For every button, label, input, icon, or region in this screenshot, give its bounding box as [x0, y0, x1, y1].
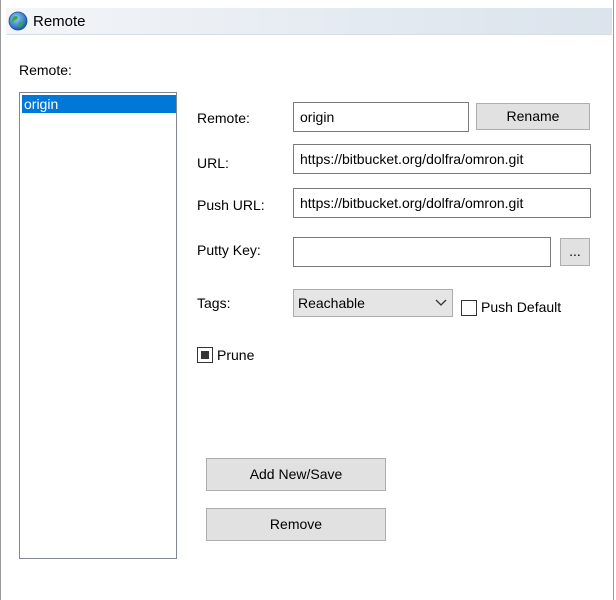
- add-save-button[interactable]: Add New/Save: [206, 458, 386, 491]
- tags-dropdown[interactable]: Reachable: [293, 289, 453, 317]
- push-url-label: Push URL:: [197, 197, 265, 213]
- push-url-input[interactable]: https://bitbucket.org/dolfra/omron.git: [293, 188, 591, 218]
- chevron-down-icon: [435, 299, 447, 306]
- globe-icon: [8, 11, 28, 31]
- push-default-checkbox[interactable]: [461, 300, 477, 316]
- push-default-label: Push Default: [481, 299, 562, 315]
- url-input[interactable]: https://bitbucket.org/dolfra/omron.git: [293, 144, 591, 174]
- rename-button[interactable]: Rename: [476, 103, 590, 130]
- remote-name-input[interactable]: origin: [293, 102, 469, 132]
- putty-key-label: Putty Key:: [197, 242, 261, 258]
- tags-selected-value: Reachable: [298, 295, 365, 311]
- prune-checkbox[interactable]: [197, 347, 213, 363]
- tags-label: Tags:: [197, 295, 231, 311]
- browse-putty-key-button[interactable]: ...: [560, 238, 590, 266]
- putty-key-input[interactable]: [293, 237, 551, 267]
- list-item[interactable]: origin: [22, 95, 176, 113]
- remote-listbox[interactable]: origin: [19, 92, 177, 559]
- prune-label: Prune: [217, 347, 255, 363]
- prune-check-indicator: [201, 351, 209, 359]
- remote-list-label: Remote:: [19, 62, 72, 78]
- url-label: URL:: [197, 155, 229, 171]
- remove-button[interactable]: Remove: [206, 508, 386, 541]
- window-title: Remote: [33, 13, 86, 30]
- remote-name-label: Remote:: [197, 110, 250, 126]
- title-bar: Remote: [6, 8, 612, 35]
